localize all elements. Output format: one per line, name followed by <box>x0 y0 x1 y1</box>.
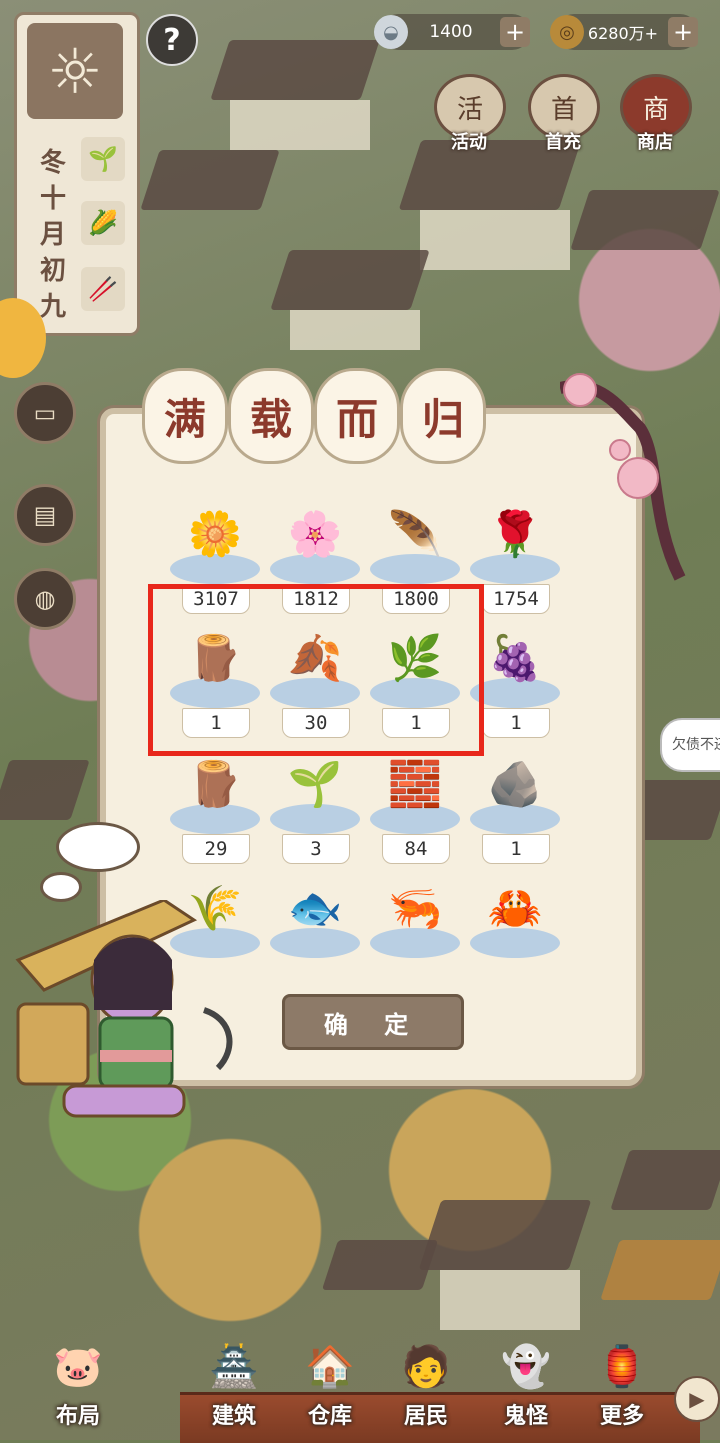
nav-more[interactable]: 🏮 更多 <box>580 1336 664 1440</box>
building-wall <box>230 100 370 150</box>
nav-label: 鬼怪 <box>503 1404 548 1429</box>
sun-weather-icon[interactable]: ☼ <box>27 23 123 119</box>
speech-bubble: 欠债不还 <box>660 718 720 772</box>
reward-item: 🦀 <box>466 870 564 990</box>
season-label: 冬 <box>39 148 66 178</box>
nav-label: 建筑 <box>211 1404 256 1429</box>
rooftop <box>418 1200 592 1270</box>
stone-block-icon: 🧱 <box>387 759 443 810</box>
activity-button[interactable]: 活 活动 <box>434 74 506 154</box>
add-silver-button[interactable]: + <box>500 17 530 47</box>
book-icon[interactable]: ▤ <box>14 484 76 546</box>
shop-button[interactable]: 商 商店 <box>620 74 692 154</box>
nav-layout[interactable]: 🐷 布局 <box>36 1336 120 1440</box>
reward-item: 🐟 <box>266 870 364 990</box>
plum-blossom-branch-icon <box>560 373 686 581</box>
corn-crop-icon: 🌽 <box>81 201 125 245</box>
peony-icon: 🌸 <box>287 509 343 560</box>
reward-item: 🧱 84 <box>366 746 464 866</box>
farmer-character-icon[interactable] <box>4 900 244 1130</box>
reward-item: 🪵 29 <box>166 746 264 866</box>
wood-sticks-icon: 🥢 <box>81 267 125 311</box>
first-recharge-button[interactable]: 首 首充 <box>528 74 600 154</box>
title-lantern: 载 <box>228 368 314 464</box>
chrysanthemum-icon: 🌼 <box>187 509 243 560</box>
nav-residents[interactable]: 🧑 居民 <box>384 1336 468 1440</box>
ghost-icon: 👻 <box>501 1343 551 1390</box>
nav-storage[interactable]: 🏠 仓库 <box>288 1336 372 1440</box>
red-wood-icon: 🪵 <box>187 759 243 810</box>
reward-item: 🌱 3 <box>266 746 364 866</box>
nav-label: 布局 <box>55 1404 100 1429</box>
help-button[interactable]: ? <box>146 14 198 66</box>
rooftop <box>610 1150 720 1210</box>
item-count: 1754 <box>482 584 550 614</box>
coin-value: 6280万+ <box>587 24 659 43</box>
item-count: 29 <box>182 834 250 864</box>
date-display: 冬 十 月 初 九 <box>31 145 75 325</box>
silver-counter: ◒ 1400 + <box>374 14 530 50</box>
pavilion-icon: 🏯 <box>209 1343 259 1390</box>
silver-ingot-icon: ◒ <box>374 15 408 49</box>
nav-label: 仓库 <box>307 1404 352 1429</box>
add-coin-button[interactable]: + <box>668 17 698 47</box>
item-count: 84 <box>382 834 450 864</box>
rooftop <box>140 150 280 210</box>
warehouse-icon: 🏠 <box>305 1343 355 1390</box>
nav-ghosts[interactable]: 👻 鬼怪 <box>484 1336 568 1440</box>
month-char: 十 <box>39 184 66 214</box>
building-wall <box>440 1270 580 1330</box>
coin-counter: ◎ 6280万+ + <box>550 14 698 50</box>
white-feather-plant-icon: 🪶 <box>387 509 443 560</box>
shop-label: 商店 <box>637 132 673 153</box>
resident-icon: 🧑 <box>401 1343 451 1390</box>
yellow-rose-icon: 🌹 <box>487 509 543 560</box>
shrimp-icon: 🦐 <box>387 883 443 934</box>
rooftop <box>321 1240 439 1290</box>
first-recharge-label: 首充 <box>545 132 581 153</box>
activity-label: 活动 <box>451 132 487 153</box>
confirm-button[interactable]: 确 定 <box>282 994 464 1050</box>
reward-item: 🪨 1 <box>466 746 564 866</box>
title-lantern: 满 <box>142 368 228 464</box>
nav-expand-arrow-icon[interactable]: ▶ <box>674 1376 720 1422</box>
nav-label: 居民 <box>403 1404 448 1429</box>
item-count: 3 <box>282 834 350 864</box>
thought-bubble <box>56 822 140 872</box>
layout-pig-icon: 🐷 <box>53 1343 103 1390</box>
day-char: 初 <box>39 256 66 286</box>
scallion-crop-icon: 🌱 <box>81 137 125 181</box>
sapling-icon: 🌱 <box>287 759 343 810</box>
item-count: 1 <box>482 834 550 864</box>
building-wall <box>420 210 570 270</box>
copper-coin-icon: ◎ <box>550 15 584 49</box>
thought-bubble <box>40 872 82 902</box>
title-lantern: 而 <box>314 368 400 464</box>
rooftop <box>600 1240 720 1300</box>
highlight-box <box>148 584 484 756</box>
reward-item: 🦐 <box>366 870 464 990</box>
rooftop <box>0 760 90 820</box>
month-char: 月 <box>39 220 66 250</box>
silver-value: 1400 <box>429 22 473 42</box>
rooftop <box>570 190 720 250</box>
lantern-icon: 🏮 <box>597 1343 647 1390</box>
green-berries-icon: 🍇 <box>487 633 543 684</box>
calendar-panel[interactable]: ☼ 冬 十 月 初 九 🌱 🌽 🥢 <box>14 12 140 336</box>
fish-icon: 🐟 <box>287 883 343 934</box>
rooftop <box>210 40 380 100</box>
bottom-nav: 🐷 布局 🏯 建筑 🏠 仓库 🧑 居民 👻 鬼怪 🏮 更多 <box>0 1332 720 1443</box>
title-lantern: 归 <box>400 368 486 464</box>
item-count: 1 <box>482 708 550 738</box>
nav-build[interactable]: 🏯 建筑 <box>192 1336 276 1440</box>
gold-ore-icon: 🪨 <box>487 759 543 810</box>
building-wall <box>290 310 420 350</box>
crab-icon: 🦀 <box>487 883 543 934</box>
nav-label: 更多 <box>599 1404 644 1429</box>
bag-icon[interactable]: ◍ <box>14 568 76 630</box>
map-scroll-icon[interactable]: ▭ <box>14 382 76 444</box>
rooftop <box>270 250 430 310</box>
dialog-title: 满 载 而 归 <box>142 368 486 464</box>
